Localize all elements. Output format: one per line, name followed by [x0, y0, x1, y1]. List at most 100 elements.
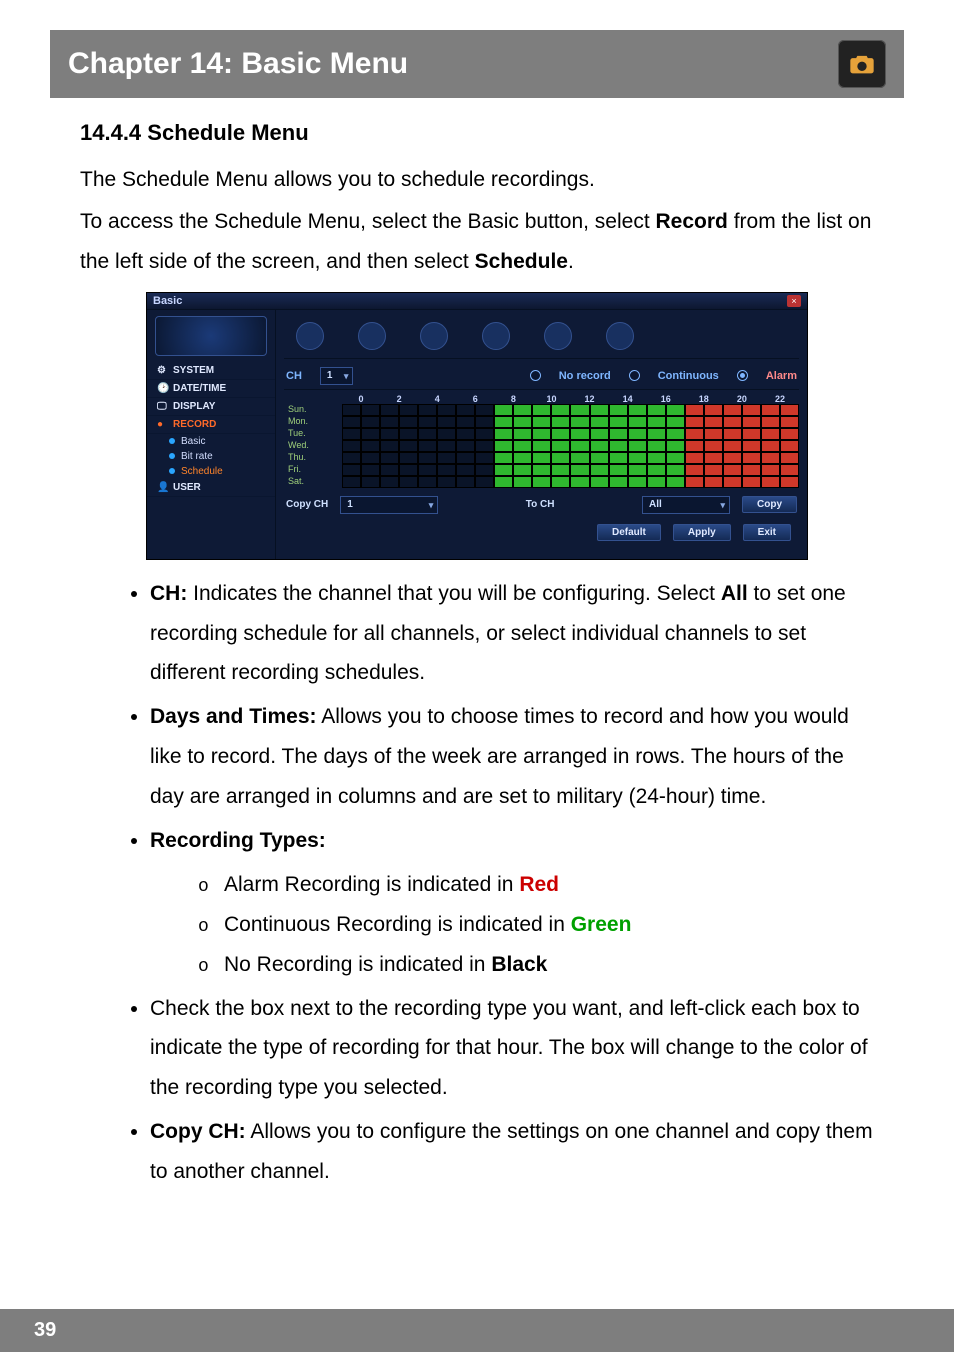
- schedule-cell[interactable]: [723, 404, 742, 416]
- schedule-cell[interactable]: [723, 464, 742, 476]
- schedule-cell[interactable]: [780, 452, 799, 464]
- schedule-cell[interactable]: [780, 476, 799, 488]
- schedule-cell[interactable]: [704, 452, 723, 464]
- apply-button[interactable]: Apply: [673, 524, 731, 541]
- schedule-cell[interactable]: [494, 476, 513, 488]
- schedule-cell[interactable]: [647, 416, 666, 428]
- dvr-schedule-grid[interactable]: Sun.Mon.Tue.Wed.Thu.Fri.Sat.: [284, 404, 799, 488]
- schedule-cell[interactable]: [685, 428, 704, 440]
- schedule-cell[interactable]: [399, 476, 418, 488]
- schedule-cell[interactable]: [532, 404, 551, 416]
- schedule-cell[interactable]: [628, 428, 647, 440]
- schedule-cell[interactable]: [475, 452, 494, 464]
- schedule-cell[interactable]: [342, 452, 361, 464]
- schedule-cell[interactable]: [456, 440, 475, 452]
- schedule-cell[interactable]: [342, 476, 361, 488]
- schedule-cell[interactable]: [342, 404, 361, 416]
- schedule-cell[interactable]: [685, 452, 704, 464]
- schedule-cell[interactable]: [361, 404, 380, 416]
- schedule-cell[interactable]: [418, 440, 437, 452]
- schedule-cell[interactable]: [342, 428, 361, 440]
- schedule-cell[interactable]: [609, 440, 628, 452]
- schedule-cell[interactable]: [647, 464, 666, 476]
- schedule-cell[interactable]: [704, 476, 723, 488]
- schedule-cell[interactable]: [361, 476, 380, 488]
- schedule-cell[interactable]: [475, 404, 494, 416]
- schedule-cell[interactable]: [399, 428, 418, 440]
- copy-button[interactable]: Copy: [742, 496, 797, 513]
- schedule-cell[interactable]: [780, 464, 799, 476]
- schedule-cell[interactable]: [456, 452, 475, 464]
- schedule-cell[interactable]: [513, 452, 532, 464]
- schedule-cell[interactable]: [494, 440, 513, 452]
- schedule-cell[interactable]: [590, 440, 609, 452]
- schedule-cell[interactable]: [628, 416, 647, 428]
- schedule-cell[interactable]: [494, 404, 513, 416]
- schedule-cell[interactable]: [475, 464, 494, 476]
- schedule-cell[interactable]: [570, 476, 589, 488]
- schedule-cell[interactable]: [456, 416, 475, 428]
- schedule-cell[interactable]: [513, 416, 532, 428]
- schedule-cell[interactable]: [380, 452, 399, 464]
- schedule-cell[interactable]: [437, 452, 456, 464]
- schedule-cell[interactable]: [647, 452, 666, 464]
- sidebar-item-display[interactable]: 🖵DISPLAY: [147, 398, 275, 416]
- schedule-cell[interactable]: [513, 464, 532, 476]
- schedule-cell[interactable]: [647, 404, 666, 416]
- toolbar-icon[interactable]: [358, 322, 386, 350]
- schedule-cell[interactable]: [437, 404, 456, 416]
- schedule-cell[interactable]: [399, 440, 418, 452]
- schedule-cell[interactable]: [475, 428, 494, 440]
- schedule-cell[interactable]: [570, 416, 589, 428]
- schedule-cell[interactable]: [551, 428, 570, 440]
- schedule-cell[interactable]: [685, 416, 704, 428]
- schedule-cell[interactable]: [418, 476, 437, 488]
- schedule-cell[interactable]: [761, 476, 780, 488]
- schedule-cell[interactable]: [418, 428, 437, 440]
- schedule-cell[interactable]: [456, 428, 475, 440]
- toolbar-icon[interactable]: [296, 322, 324, 350]
- schedule-cell[interactable]: [723, 476, 742, 488]
- schedule-cell[interactable]: [342, 416, 361, 428]
- schedule-cell[interactable]: [590, 404, 609, 416]
- schedule-cell[interactable]: [513, 476, 532, 488]
- schedule-cell[interactable]: [475, 416, 494, 428]
- schedule-cell[interactable]: [551, 404, 570, 416]
- schedule-cell[interactable]: [570, 404, 589, 416]
- schedule-cell[interactable]: [742, 464, 761, 476]
- schedule-cell[interactable]: [380, 464, 399, 476]
- schedule-cell[interactable]: [742, 440, 761, 452]
- schedule-cell[interactable]: [437, 428, 456, 440]
- exit-button[interactable]: Exit: [743, 524, 791, 541]
- schedule-cell[interactable]: [361, 440, 380, 452]
- schedule-cell[interactable]: [590, 428, 609, 440]
- schedule-cell[interactable]: [723, 416, 742, 428]
- schedule-cell[interactable]: [570, 428, 589, 440]
- schedule-cell[interactable]: [666, 452, 685, 464]
- schedule-cell[interactable]: [551, 452, 570, 464]
- schedule-cell[interactable]: [666, 404, 685, 416]
- sidebar-item-user[interactable]: 👤USER: [147, 479, 275, 497]
- schedule-cell[interactable]: [761, 440, 780, 452]
- schedule-cell[interactable]: [532, 416, 551, 428]
- sidebar-item-system[interactable]: ⚙SYSTEM: [147, 362, 275, 380]
- schedule-cell[interactable]: [570, 464, 589, 476]
- schedule-cell[interactable]: [418, 464, 437, 476]
- schedule-cell[interactable]: [418, 416, 437, 428]
- schedule-cell[interactable]: [494, 428, 513, 440]
- schedule-cell[interactable]: [647, 476, 666, 488]
- schedule-cell[interactable]: [742, 452, 761, 464]
- schedule-cell[interactable]: [513, 440, 532, 452]
- schedule-cell[interactable]: [456, 404, 475, 416]
- toolbar-icon[interactable]: [420, 322, 448, 350]
- schedule-cell[interactable]: [399, 404, 418, 416]
- schedule-cell[interactable]: [380, 476, 399, 488]
- schedule-cell[interactable]: [685, 476, 704, 488]
- default-button[interactable]: Default: [597, 524, 661, 541]
- schedule-cell[interactable]: [628, 404, 647, 416]
- close-icon[interactable]: ×: [787, 295, 801, 307]
- schedule-cell[interactable]: [437, 476, 456, 488]
- schedule-cell[interactable]: [761, 416, 780, 428]
- schedule-cell[interactable]: [590, 452, 609, 464]
- schedule-cell[interactable]: [513, 404, 532, 416]
